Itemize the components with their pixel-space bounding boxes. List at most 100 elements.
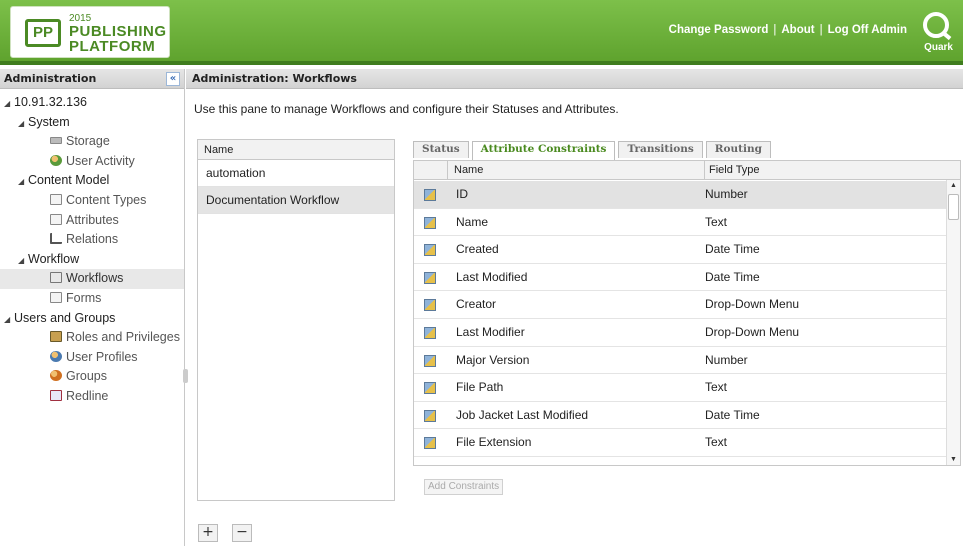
scroll-up-icon[interactable]: ▲: [950, 182, 957, 189]
quark-label: Quark: [924, 42, 953, 53]
user-activity-icon: [50, 154, 62, 166]
table-row[interactable]: Creator Drop-Down Menu: [414, 291, 946, 319]
tree-label: Redline: [66, 388, 109, 403]
quark-logo-icon: [923, 12, 949, 38]
list-item[interactable]: Documentation Workflow: [198, 187, 394, 214]
tree-label: Workflows: [66, 271, 124, 286]
main-panel: Administration: Workflows Use this pane …: [186, 69, 963, 546]
cell-name: File Path: [456, 380, 504, 395]
expand-arrow-icon[interactable]: ◢: [4, 310, 14, 330]
tree-item-groups[interactable]: Groups: [0, 367, 184, 387]
tree-item-attributes[interactable]: Attributes: [0, 211, 184, 231]
tree-label: Relations: [66, 232, 119, 247]
tree-label: Groups: [66, 369, 107, 384]
tree-item-storage[interactable]: Storage: [0, 132, 184, 152]
cell-name: Creator: [456, 297, 497, 312]
tree-node-content-model[interactable]: ◢ Content Model: [0, 171, 184, 191]
table-row[interactable]: Major Version Number: [414, 347, 946, 375]
tree-item-roles[interactable]: Roles and Privileges: [0, 328, 184, 348]
attribute-constraints-grid: Name Field Type ID Number Name Text Created D…: [413, 160, 961, 466]
tree-item-relations[interactable]: Relations: [0, 230, 184, 250]
add-constraints-button[interactable]: Add Constraints: [424, 479, 504, 495]
cell-field-type: Text: [705, 214, 728, 229]
app-logo: PP 2015 PUBLISHING PLATFORM: [10, 6, 170, 58]
cell-name: Created: [456, 242, 499, 257]
tree-label: 10.91.32.136: [14, 95, 87, 109]
sidebar-header: Administration «: [0, 69, 184, 89]
link-separator: |: [819, 24, 823, 36]
attributes-icon: [50, 213, 62, 225]
tab-attribute-constraints[interactable]: Attribute Constraints: [471, 141, 616, 160]
content-types-icon: [50, 193, 62, 205]
table-row[interactable]: Name Text: [414, 209, 946, 237]
cell-field-type: Date Time: [705, 407, 760, 422]
tab-transitions[interactable]: Transitions: [618, 141, 703, 158]
tree-item-workflows[interactable]: Workflows: [0, 269, 184, 289]
scrollbar-thumb[interactable]: [948, 194, 959, 220]
cell-name: Major Version: [456, 352, 530, 367]
table-row[interactable]: Created Date Time: [414, 236, 946, 264]
cell-field-type: Drop-Down Menu: [705, 324, 800, 339]
attribute-icon: [424, 437, 436, 450]
collapse-sidebar-button[interactable]: «: [166, 72, 180, 86]
workflow-list-header: Name: [198, 140, 394, 160]
table-row[interactable]: File Extension Text: [414, 429, 946, 457]
expand-arrow-icon[interactable]: ◢: [18, 114, 28, 134]
attribute-icon: [424, 244, 436, 257]
app-header: PP 2015 PUBLISHING PLATFORM Change Passw…: [0, 0, 963, 65]
logo-badge: PP: [25, 19, 61, 47]
grid-header: Name Field Type: [414, 161, 960, 180]
tree-label: Workflow: [28, 251, 80, 266]
attribute-icon: [424, 271, 436, 284]
table-row[interactable]: ID Number: [414, 181, 946, 209]
tree-label: Storage: [66, 134, 110, 149]
table-row[interactable]: File Path Text: [414, 374, 946, 402]
workflow-list: Name automation Documentation Workflow: [197, 139, 395, 501]
about-link[interactable]: About: [781, 24, 814, 36]
tree-node-workflow[interactable]: ◢ Workflow: [0, 250, 184, 270]
tree-item-content-types[interactable]: Content Types: [0, 191, 184, 211]
change-password-link[interactable]: Change Password: [669, 24, 769, 36]
attribute-icon: [424, 299, 436, 312]
column-header-name[interactable]: Name: [454, 161, 483, 180]
tree-item-user-activity[interactable]: User Activity: [0, 152, 184, 172]
cell-field-type: Number: [705, 352, 748, 367]
attribute-icon: [424, 409, 436, 422]
pane-description: Use this pane to manage Workflows and co…: [194, 102, 619, 116]
tree-label: User Activity: [66, 153, 135, 168]
column-header-field-type[interactable]: Field Type: [704, 161, 949, 180]
table-row[interactable]: Last Modified Date Time: [414, 264, 946, 292]
remove-workflow-button[interactable]: −: [232, 524, 252, 542]
tree-node-system[interactable]: ◢ System: [0, 113, 184, 133]
relations-icon: [50, 233, 62, 245]
roles-icon: [50, 331, 62, 343]
cell-field-type: Text: [705, 380, 728, 395]
tree-item-user-profiles[interactable]: User Profiles: [0, 348, 184, 368]
attribute-icon: [424, 326, 436, 339]
tree-node-users-and-groups[interactable]: ◢ Users and Groups: [0, 309, 184, 329]
sidebar-title: Administration: [4, 72, 97, 85]
tree-item-redline[interactable]: Redline: [0, 387, 184, 407]
table-row[interactable]: Last Modifier Drop-Down Menu: [414, 319, 946, 347]
tree-node-server[interactable]: ◢ 10.91.32.136: [0, 93, 184, 113]
list-item[interactable]: automation: [198, 160, 394, 187]
scroll-down-icon[interactable]: ▼: [950, 456, 957, 463]
cell-name: Last Modifier: [456, 324, 525, 339]
grid-scrollbar[interactable]: ▲ ▼: [946, 180, 960, 465]
cell-field-type: Date Time: [705, 242, 760, 257]
tree-item-forms[interactable]: Forms: [0, 289, 184, 309]
add-workflow-button[interactable]: +: [198, 524, 218, 542]
tab-status[interactable]: Status: [413, 141, 469, 158]
admin-sidebar: Administration « ◢ 10.91.32.136 ◢ System S…: [0, 69, 188, 546]
log-off-link[interactable]: Log Off Admin: [828, 24, 907, 36]
expand-arrow-icon[interactable]: ◢: [18, 172, 28, 192]
workflows-icon: [50, 272, 62, 284]
tab-routing[interactable]: Routing: [705, 141, 771, 158]
tree-label: Content Types: [66, 192, 147, 207]
expand-arrow-icon[interactable]: ◢: [18, 251, 28, 271]
table-row[interactable]: Job Jacket Last Modified Date Time: [414, 402, 946, 430]
admin-tree: ◢ 10.91.32.136 ◢ System Storage User Activ…: [0, 89, 184, 407]
expand-arrow-icon[interactable]: ◢: [4, 94, 14, 114]
storage-icon: [50, 137, 62, 145]
cell-field-type: Number: [705, 187, 748, 201]
